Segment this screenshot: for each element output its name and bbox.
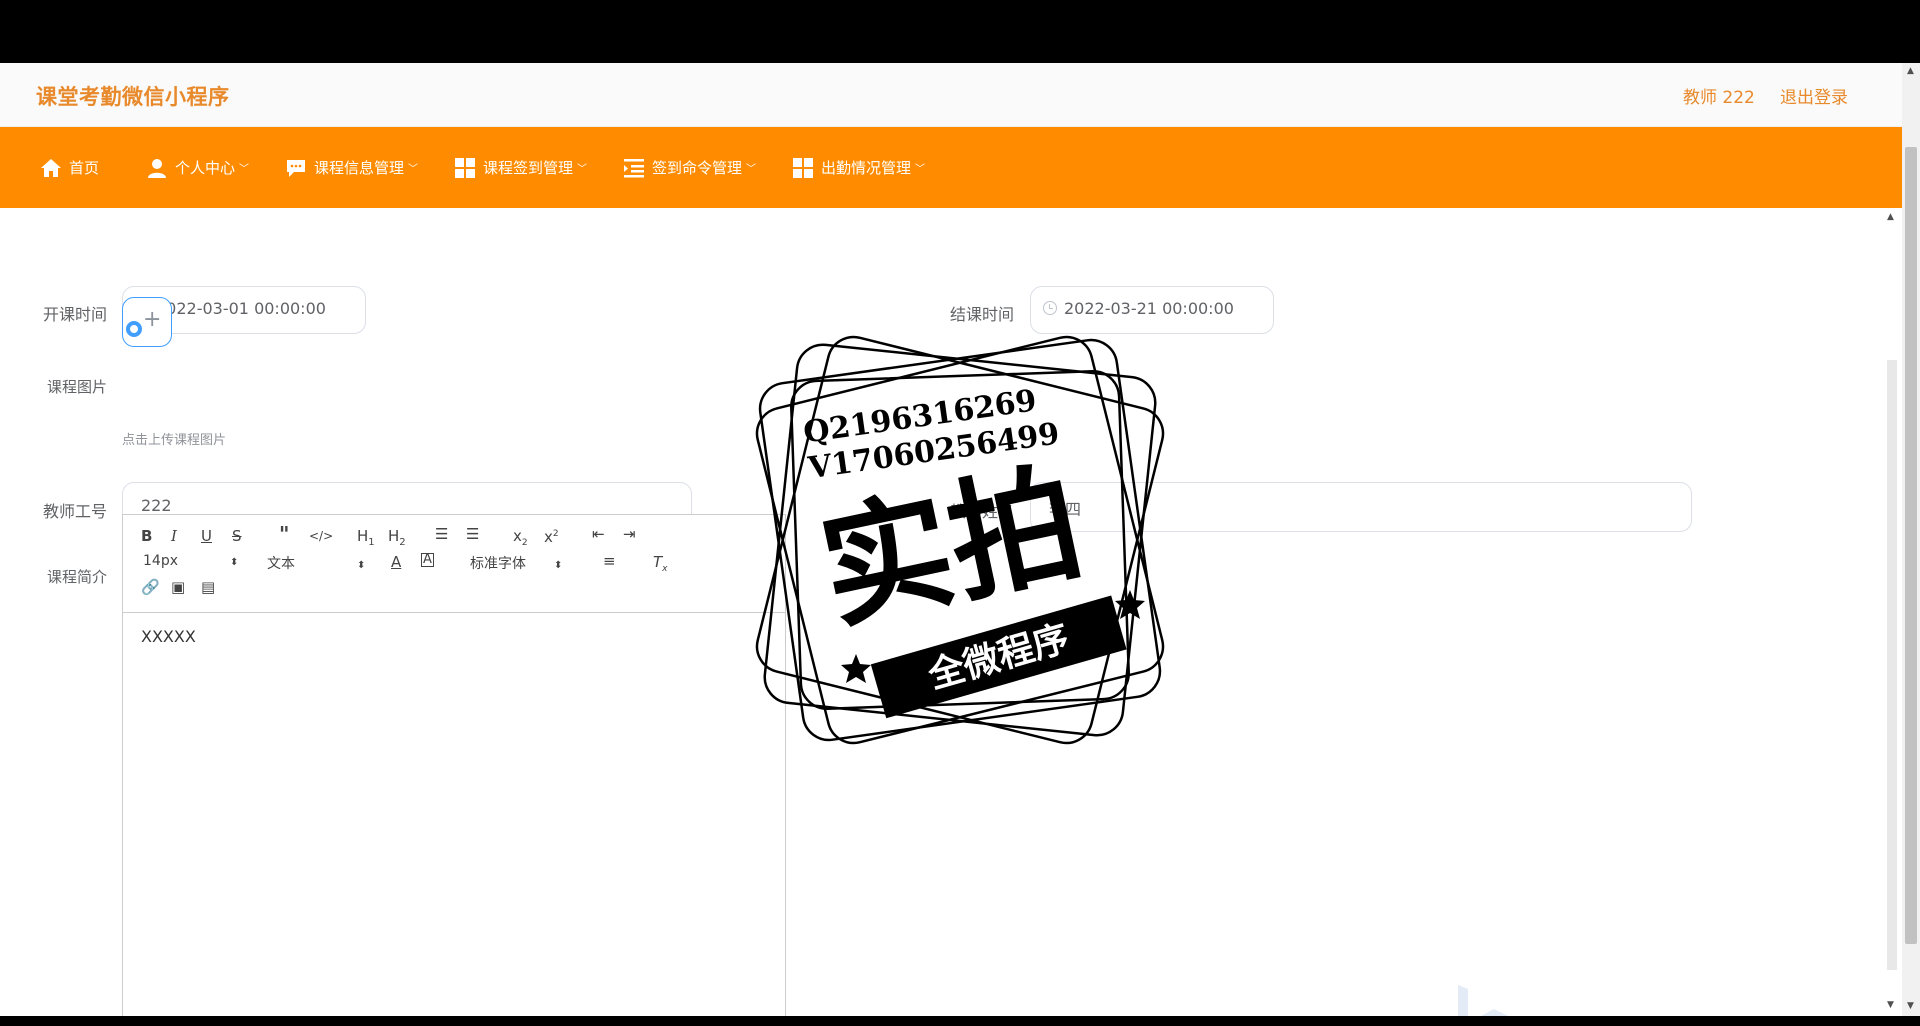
app-title: 课堂考勤微信小程序	[36, 85, 230, 109]
main-nav: 首页 个人中心 ﹀ 课程信息管理 ﹀ 课程签到管理 ﹀ 签到命令管理 ﹀ 出勤情…	[0, 127, 1902, 208]
teacher-name-label: 教师姓名	[950, 502, 1015, 521]
font-size-value: 14px	[143, 553, 178, 569]
app-header: 课堂考勤微信小程序 教师 222 退出登录	[0, 63, 1902, 127]
background-color-icon[interactable]: A	[421, 553, 434, 567]
nav-label: 出勤情况管理	[821, 159, 912, 177]
text-type-value: 文本	[267, 556, 295, 572]
italic-icon[interactable]: I	[171, 527, 177, 545]
current-user: 教师 222	[1683, 88, 1755, 108]
font-color-icon[interactable]: A	[391, 553, 401, 571]
scroll-up-arrow[interactable]: ▲	[1907, 66, 1914, 76]
nav-label: 签到命令管理	[652, 159, 743, 177]
image-icon[interactable]: ▣	[171, 578, 185, 596]
nav-label: 课程签到管理	[483, 159, 574, 177]
course-image-label: 课程图片	[47, 378, 108, 396]
blockquote-icon[interactable]: "	[279, 524, 289, 544]
loading-indicator	[126, 321, 142, 337]
strikethrough-icon[interactable]: S	[232, 527, 242, 545]
content-scrollbar[interactable]: ▲ ▼	[1884, 210, 1900, 1016]
rich-text-editor: B I U S " </> H1 H2 ☰ ☰ x2 x2 ⇤ ⇥ 14px ⬍ …	[122, 514, 786, 1016]
nav-item-attendance[interactable]: 出勤情况管理 ﹀	[792, 127, 925, 208]
nav-item-profile[interactable]: 个人中心 ﹀	[146, 127, 249, 208]
underline-icon[interactable]: U	[201, 527, 212, 545]
teacher-name-input[interactable]: 李四	[1030, 482, 1692, 532]
end-time-value: 2022-03-21 00:00:00	[1064, 299, 1234, 318]
heading2-icon[interactable]: H2	[388, 527, 406, 552]
grid-icon	[455, 157, 475, 178]
nav-item-home[interactable]: 首页	[40, 127, 99, 208]
end-time-label: 结课时间	[950, 305, 1015, 324]
logout-link[interactable]: 退出登录	[1780, 83, 1848, 108]
teacher-name-value: 李四	[1049, 500, 1082, 519]
chevron-down-icon: ﹀	[915, 164, 926, 175]
teacher-id-value: 222	[141, 496, 172, 515]
app-viewport: 课堂考勤微信小程序 教师 222 退出登录 首页 个人中心 ﹀ 课程信息管理 ﹀…	[0, 63, 1902, 1016]
watermark-logo	[1454, 981, 1524, 1016]
chat-icon	[287, 159, 305, 177]
editor-toolbar: B I U S " </> H1 H2 ☰ ☰ x2 x2 ⇤ ⇥ 14px ⬍ …	[123, 515, 785, 613]
scroll-track[interactable]	[1887, 360, 1897, 970]
subscript-icon[interactable]: x2	[513, 527, 528, 552]
nav-label: 首页	[69, 159, 100, 177]
chevron-down-icon: ﹀	[577, 164, 588, 175]
clock-icon	[1043, 301, 1057, 315]
font-family-select[interactable]: 标准字体 ⬍	[470, 553, 562, 573]
start-time-label: 开课时间	[43, 305, 108, 324]
plus-icon: +	[143, 307, 162, 332]
course-intro-label: 课程简介	[47, 568, 108, 586]
grid-icon	[793, 157, 813, 178]
home-icon	[41, 158, 61, 177]
bold-icon[interactable]: B	[141, 527, 152, 545]
page-scrollbar[interactable]: ▲ ▼	[1902, 63, 1920, 1016]
teacher-id-label: 教师工号	[43, 502, 108, 521]
font-size-select[interactable]: 14px ⬍	[143, 553, 238, 569]
align-icon[interactable]: ≡	[603, 552, 616, 570]
text-type-select[interactable]: 文本 ⬍	[267, 553, 365, 573]
image-uploader[interactable]: +	[122, 297, 172, 347]
nav-label: 课程信息管理	[314, 159, 405, 177]
video-icon[interactable]: ▤	[201, 578, 215, 596]
nav-item-course-info[interactable]: 课程信息管理 ﹀	[285, 127, 418, 208]
superscript-icon[interactable]: x2	[544, 525, 559, 546]
font-family-value: 标准字体	[470, 556, 526, 572]
scroll-down-arrow[interactable]: ▼	[1907, 1001, 1914, 1011]
screen-top-bar	[0, 0, 1920, 63]
upload-hint: 点击上传课程图片	[122, 433, 227, 448]
end-time-input[interactable]: 2022-03-21 00:00:00	[1030, 286, 1274, 334]
outdent-icon[interactable]: ⇤	[592, 525, 605, 543]
user-icon	[148, 158, 166, 178]
chevron-down-icon: ﹀	[746, 164, 757, 175]
nav-label: 个人中心	[175, 159, 236, 177]
ordered-list-icon[interactable]: ☰	[435, 525, 448, 543]
list-indent-icon	[624, 158, 644, 177]
code-icon[interactable]: </>	[309, 527, 333, 545]
nav-item-course-signin[interactable]: 课程签到管理 ﹀	[454, 127, 587, 208]
chevron-down-icon: ﹀	[408, 164, 419, 175]
editor-content[interactable]: XXXXX	[141, 627, 196, 646]
clear-format-icon[interactable]: Tx	[653, 553, 668, 578]
screen-bottom-bar	[0, 1016, 1920, 1026]
scroll-thumb[interactable]	[1905, 147, 1917, 944]
chevron-down-icon: ﹀	[239, 164, 250, 175]
scroll-up-arrow[interactable]: ▲	[1887, 212, 1894, 222]
start-time-value: 2022-03-01 00:00:00	[156, 299, 326, 318]
heading1-icon[interactable]: H1	[357, 527, 375, 552]
bullet-list-icon[interactable]: ☰	[466, 525, 479, 543]
indent-icon[interactable]: ⇥	[623, 525, 636, 543]
nav-item-signin-command[interactable]: 签到命令管理 ﹀	[623, 127, 756, 208]
link-icon[interactable]: 🔗	[141, 578, 160, 596]
scroll-down-arrow[interactable]: ▼	[1887, 1000, 1894, 1010]
